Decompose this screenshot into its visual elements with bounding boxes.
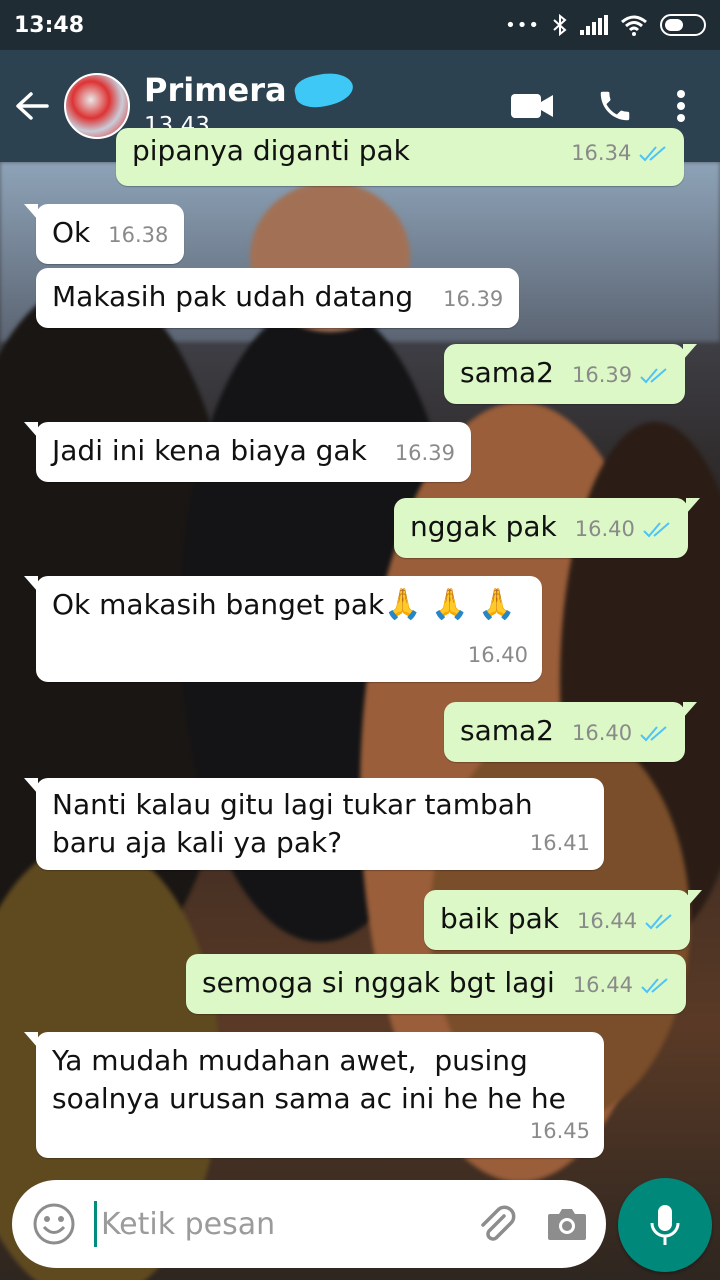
- signal-icon: [580, 15, 608, 35]
- voice-call-button[interactable]: [596, 87, 634, 125]
- attach-icon: [481, 1205, 516, 1241]
- mic-icon: [650, 1205, 680, 1245]
- message-bubble-incoming[interactable]: Ok makasih banget pak 🙏 🙏 🙏 16.40: [24, 576, 542, 682]
- message-time: 16.39: [394, 441, 455, 465]
- message-text: Ok makasih banget pak: [52, 588, 385, 621]
- message-time: 16.44: [572, 973, 633, 997]
- double-tick-icon: [642, 522, 670, 538]
- message-text: Jadi ini kena biaya gak: [52, 434, 367, 467]
- double-tick-icon: [640, 978, 668, 994]
- message-bubble-incoming[interactable]: Nanti kalau gitu lagi tukar tambah baru …: [24, 778, 604, 870]
- message-bubble-incoming[interactable]: Makasih pak udah datang 16.39: [36, 268, 520, 328]
- message-input[interactable]: [94, 1201, 474, 1247]
- message-text: nggak pak: [410, 510, 557, 543]
- phone-icon: [600, 91, 630, 121]
- emoji-icon: [33, 1203, 75, 1245]
- message-bubble-incoming[interactable]: Ya mudah mudahan awet, pusing soalnya ur…: [24, 1032, 604, 1158]
- double-tick-icon: [640, 368, 667, 384]
- message-text-line-2: soalnya urusan sama ac ini he he he: [52, 1082, 566, 1115]
- back-button[interactable]: [0, 50, 64, 162]
- message-text-line-1: Ya mudah mudahan awet, pusing: [52, 1044, 528, 1077]
- message-time: 16.40: [467, 643, 528, 667]
- redaction-scribble: [291, 68, 356, 112]
- status-bar: 13:48 •••: [0, 0, 720, 50]
- message-time: 16.45: [529, 1119, 590, 1143]
- double-tick-icon: [639, 146, 666, 162]
- double-tick-icon: [640, 726, 667, 742]
- bluetooth-icon: [553, 13, 567, 37]
- message-bubble-outgoing[interactable]: sama2 16.39: [444, 344, 697, 404]
- avatar[interactable]: [64, 73, 130, 139]
- message-text: pipanya diganti pak: [132, 134, 410, 167]
- message-text: baik pak: [440, 902, 559, 935]
- more-vert-icon: [677, 90, 685, 122]
- message-text: sama2: [460, 714, 554, 747]
- message-text-line-1: Nanti kalau gitu lagi tukar tambah: [52, 788, 533, 821]
- status-icons: •••: [505, 13, 706, 37]
- message-text: Ok: [52, 216, 91, 249]
- attach-button[interactable]: [474, 1202, 518, 1246]
- message-time: 16.41: [529, 831, 590, 855]
- message-time: 16.39: [443, 287, 504, 311]
- chat-name: Primera: [144, 71, 287, 109]
- notification-dots: •••: [505, 14, 540, 36]
- camera-icon: [548, 1209, 586, 1240]
- message-bubble-outgoing[interactable]: nggak pak 16.40: [394, 498, 700, 558]
- message-bubble-outgoing[interactable]: sama2 16.40: [444, 702, 697, 762]
- message-text: semoga si nggak bgt lagi: [202, 966, 555, 999]
- pray-emoji: 🙏 🙏 🙏: [384, 587, 516, 622]
- message-text-line-2: baru aja kali ya pak?: [52, 826, 343, 859]
- back-arrow-icon: [16, 92, 49, 120]
- message-bubble-outgoing[interactable]: semoga si nggak bgt lagi 16.44: [186, 954, 686, 1014]
- message-time: 16.34: [571, 141, 632, 165]
- message-text: sama2: [460, 356, 554, 389]
- video-call-button[interactable]: [510, 92, 554, 120]
- more-options-button[interactable]: [676, 89, 686, 123]
- battery-icon: [660, 14, 706, 36]
- message-text: Makasih pak udah datang: [52, 280, 414, 313]
- camera-button[interactable]: [546, 1206, 588, 1242]
- composer-bar: [12, 1180, 606, 1268]
- emoji-button[interactable]: [32, 1202, 76, 1246]
- wifi-icon: [621, 15, 647, 36]
- message-time: 16.40: [574, 517, 635, 541]
- video-call-icon: [511, 94, 553, 118]
- message-time: 16.44: [576, 909, 638, 933]
- message-time: 16.38: [108, 223, 169, 247]
- message-time: 16.39: [572, 363, 633, 387]
- message-bubble-outgoing[interactable]: baik pak 16.44: [424, 890, 702, 950]
- message-bubble-outgoing[interactable]: pipanya diganti pak 16.34: [116, 128, 684, 186]
- message-time: 16.40: [572, 721, 633, 745]
- double-tick-icon: [645, 914, 672, 930]
- message-bubble-incoming[interactable]: Ok 16.38: [23, 204, 185, 264]
- message-bubble-incoming[interactable]: Jadi ini kena biaya gak 16.39: [24, 422, 471, 482]
- status-time: 13:48: [14, 12, 85, 38]
- voice-record-button[interactable]: [618, 1178, 712, 1272]
